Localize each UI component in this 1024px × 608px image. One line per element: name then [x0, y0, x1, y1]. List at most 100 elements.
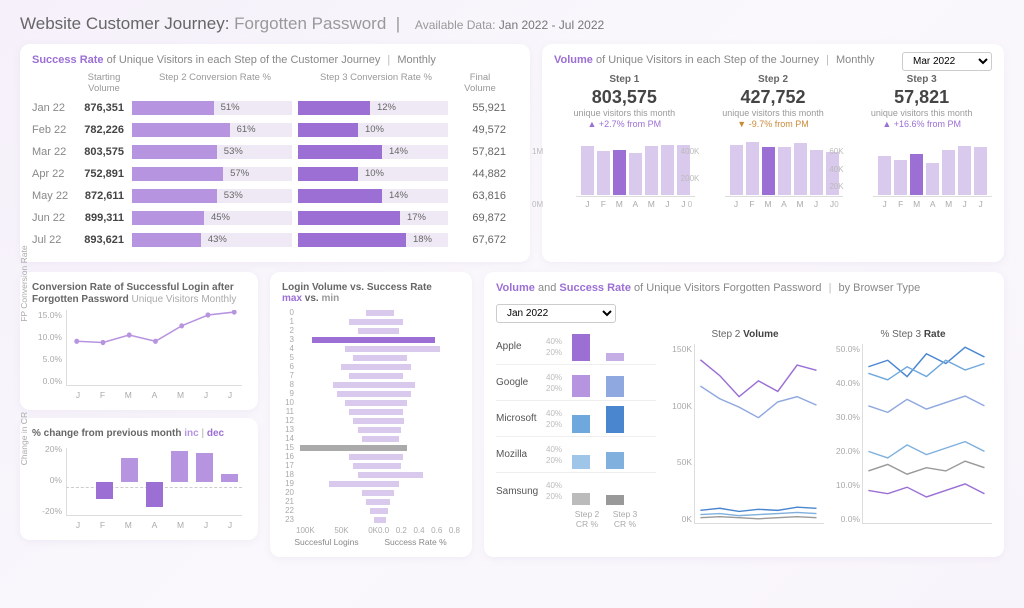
- success-rate-header: Starting Volume Step 2 Conversion Rate %…: [32, 72, 518, 94]
- mini-bar: [597, 151, 610, 195]
- browser-step2-bar: [572, 415, 590, 433]
- sr-step3-bar: 10%: [298, 123, 448, 137]
- success-rate-row: Jan 22 876,351 51% 12% 55,921: [32, 98, 518, 118]
- mini-bar: [942, 150, 955, 195]
- butterfly-vs: vs.: [305, 293, 319, 304]
- browser-name: Microsoft: [496, 413, 546, 424]
- butterfly-xaxis: 100K50K0K0.00.20.40.60.8: [282, 526, 460, 535]
- change-title-text: % change from previous month: [32, 428, 181, 439]
- step-value: 803,575: [554, 87, 695, 108]
- sr-month: Jun 22: [32, 212, 76, 224]
- browser-bars: [572, 333, 656, 361]
- title-prefix: Website Customer Journey:: [20, 14, 229, 33]
- volume-month-select[interactable]: Mar 2022: [902, 52, 992, 71]
- browser-yaxis: 40%20%: [546, 481, 572, 501]
- change-card: % change from previous month inc | dec C…: [20, 418, 258, 540]
- mini-bar: [581, 146, 594, 195]
- butterfly-title: Login Volume vs. Success Rate max vs. mi…: [282, 282, 460, 304]
- conversion-yaxis: 15.0%10.0%5.0%0.0%: [32, 310, 62, 386]
- butterfly-min: min: [321, 293, 339, 304]
- sr-step3-bar: 10%: [298, 167, 448, 181]
- step-subtitle: unique visitors this month: [703, 108, 844, 118]
- sr-final-volume: 67,672: [454, 234, 506, 246]
- change-sep: |: [201, 428, 204, 439]
- browser-card: Volume and Success Rate of Unique Visito…: [484, 272, 1004, 557]
- mini-bar: [974, 147, 987, 195]
- sr-starting-volume: 782,226: [76, 124, 132, 136]
- change-plot: [66, 448, 242, 516]
- success-rate-row: Mar 22 803,575 53% 14% 57,821: [32, 142, 518, 162]
- page-title: Website Customer Journey: Forgotten Pass…: [20, 14, 405, 34]
- spark-rate-yaxis: 50.0%40.0%30.0%20.0%10.0%0.0%: [834, 344, 860, 524]
- separator: |: [829, 282, 832, 294]
- browser-step2-bar: [572, 455, 590, 468]
- success-rate-title-rest: of Unique Visitors in each Step of the C…: [107, 54, 381, 66]
- browser-name: Samsung: [496, 486, 546, 497]
- mini-bars: [873, 135, 992, 197]
- browser-step3-bar: [606, 452, 624, 469]
- success-rate-row: Jun 22 899,311 45% 17% 69,872: [32, 208, 518, 228]
- browser-step3-bar: [606, 376, 624, 396]
- sr-month: May 22: [32, 190, 76, 202]
- browser-step3-bar: [606, 406, 624, 433]
- col-starting-volume: Starting Volume: [76, 72, 132, 94]
- change-xaxis: JFMAMJJ: [66, 520, 242, 530]
- butterfly-left: [296, 308, 378, 524]
- col-final-volume: Final Volume: [454, 72, 506, 94]
- sr-final-volume: 44,882: [454, 168, 506, 180]
- butterfly-card: Login Volume vs. Success Rate max vs. mi…: [270, 272, 472, 557]
- sr-month: Apr 22: [32, 168, 76, 180]
- sr-starting-volume: 803,575: [76, 146, 132, 158]
- step-subtitle: unique visitors this month: [851, 108, 992, 118]
- sr-month: Jul 22: [32, 234, 76, 246]
- success-rate-row: May 22 872,611 53% 14% 63,816: [32, 186, 518, 206]
- change-dec-label: dec: [207, 428, 224, 439]
- mini-yaxis: 400K200K0: [681, 147, 700, 209]
- browser-step2-bar: [572, 334, 590, 361]
- browser-title-by: by Browser Type: [839, 282, 921, 294]
- title-divider: |: [391, 14, 405, 33]
- browser-step2-bar: [572, 375, 590, 396]
- mini-bar: [810, 150, 823, 195]
- browser-row: Google 40%20%: [496, 365, 656, 401]
- volume-title-em: Volume: [554, 54, 593, 66]
- mini-bar: [629, 153, 642, 195]
- mini-bar: [894, 160, 907, 195]
- mini-yaxis: 1M0M: [532, 147, 543, 209]
- success-rate-card: Success Rate of Unique Visitors in each …: [20, 44, 530, 262]
- change-inc-label: inc: [184, 428, 198, 439]
- change-ylabel: Change in CR: [19, 412, 29, 465]
- dashboard-root: Website Customer Journey: Forgotten Pass…: [0, 0, 1024, 571]
- change-title: % change from previous month inc | dec: [32, 428, 246, 440]
- mini-bar: [910, 154, 923, 195]
- sr-step2-bar: 61%: [132, 123, 292, 137]
- sr-starting-volume: 899,311: [76, 212, 132, 224]
- step-value: 57,821: [851, 87, 992, 108]
- success-rate-row: Feb 22 782,226 61% 10% 49,572: [32, 120, 518, 140]
- browser-name: Mozilla: [496, 449, 546, 460]
- sr-step2-bar: 45%: [132, 211, 292, 225]
- volume-title-rest: of Unique Visitors in each Step of the J…: [596, 54, 819, 66]
- browser-title: Volume and Success Rate of Unique Visito…: [496, 282, 992, 294]
- sr-step2-bar: 53%: [132, 145, 292, 159]
- conversion-line-chart: FP Conversion Rate 15.0%10.0%5.0%0.0% JF…: [32, 310, 246, 400]
- sr-month: Jan 22: [32, 102, 76, 114]
- spark-rate-plot: [862, 344, 992, 524]
- browser-row: Apple 40%20%: [496, 329, 656, 365]
- sr-step3-bar: 14%: [298, 189, 448, 203]
- browser-bars: [572, 477, 656, 505]
- butterfly-max: max: [282, 293, 302, 304]
- title-subject: Forgotten Password: [234, 14, 386, 33]
- browser-yaxis: 40%20%: [546, 337, 572, 357]
- browser-step3-bar: [606, 353, 624, 361]
- mini-bar: [645, 146, 658, 195]
- conversion-rate-card: Conversion Rate of Successful Login afte…: [20, 272, 258, 410]
- browser-month-select[interactable]: Jan 2022: [496, 304, 616, 323]
- volume-step: Step 2 427,752 unique visitors this mont…: [703, 74, 844, 209]
- browser-title-and: and: [538, 282, 556, 294]
- step-value: 427,752: [703, 87, 844, 108]
- browser-row: Mozilla 40%20%: [496, 437, 656, 473]
- change-yaxis: 20%0%-20%: [32, 444, 62, 516]
- mini-bar: [746, 142, 759, 195]
- step-subtitle: unique visitors this month: [554, 108, 695, 118]
